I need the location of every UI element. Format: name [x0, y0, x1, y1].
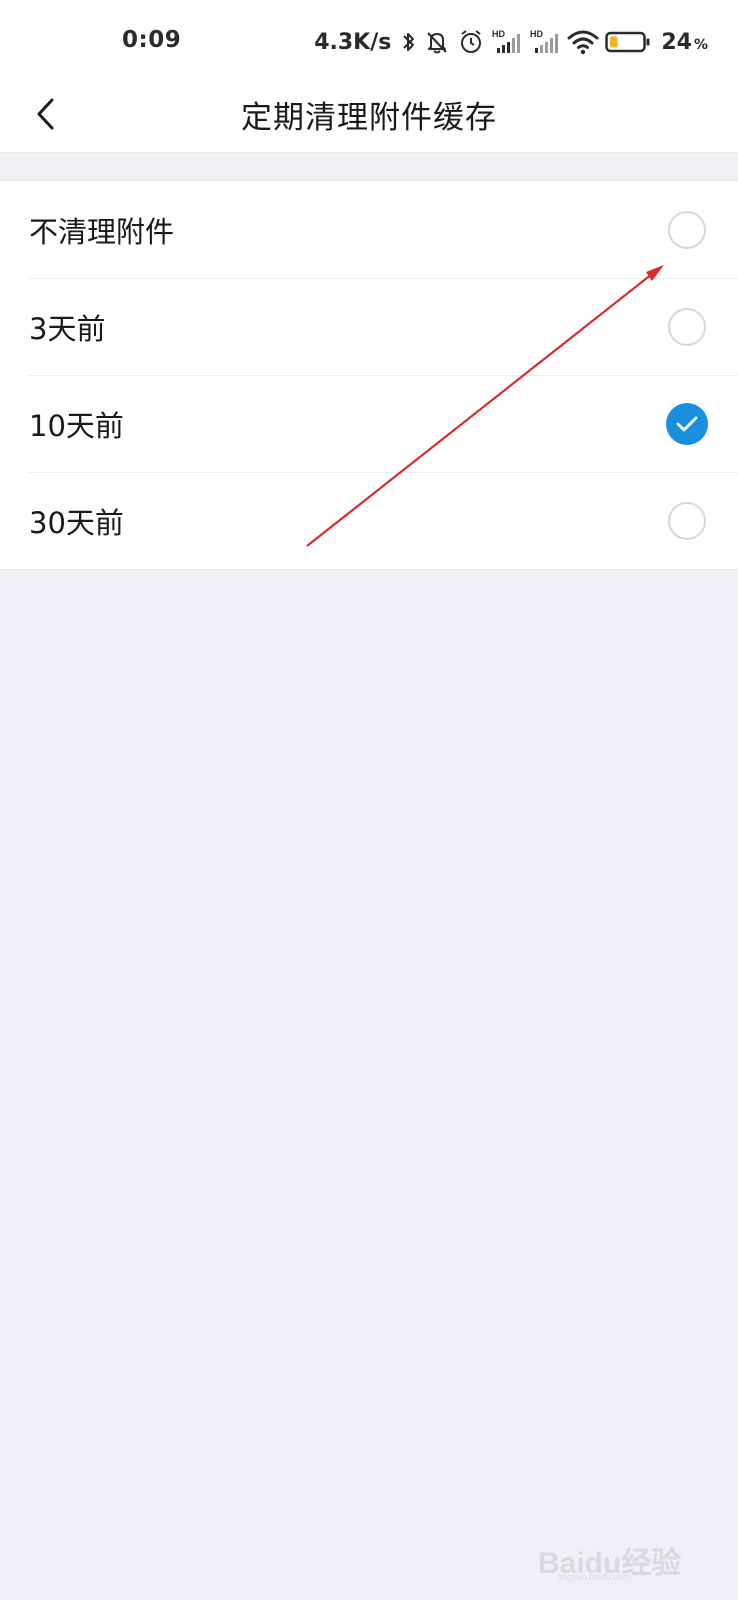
wifi-icon: [567, 28, 599, 56]
cache-cleanup-options: 不清理附件 3天前 10天前 30天前: [0, 180, 738, 570]
status-bar: 0:09 4.3K/s HD HD 24 %: [0, 0, 738, 78]
hd-signal-icon: HD: [491, 28, 523, 56]
radio-button[interactable]: [668, 210, 706, 249]
option-row-30-days[interactable]: 30天前: [0, 472, 738, 569]
checkmark-icon: [676, 416, 698, 431]
svg-text:HD: HD: [492, 29, 505, 39]
bluetooth-icon: [401, 28, 417, 56]
radio-button[interactable]: [668, 307, 706, 346]
battery-percent: 24%: [661, 29, 708, 55]
option-label: 3天前: [29, 311, 106, 346]
navigation-bar: 定期清理附件缓存: [0, 78, 738, 153]
svg-text:HD: HD: [530, 29, 543, 39]
radio-button-checked[interactable]: [666, 402, 708, 445]
watermark-sub: jingyan.baidu.com: [558, 1572, 631, 1582]
settings-page: 0:09 4.3K/s HD HD 24 % 定期清理附件缓存 不清理附件 3天…: [0, 0, 738, 1600]
option-label: 不清理附件: [29, 214, 175, 249]
option-row-10-days[interactable]: 10天前: [0, 375, 738, 472]
radio-button[interactable]: [668, 501, 706, 540]
hd-signal-icon: HD: [529, 28, 561, 56]
status-time: 0:09: [122, 27, 182, 53]
option-row-3-days[interactable]: 3天前: [0, 278, 738, 375]
battery-icon: [605, 28, 651, 56]
mute-bell-icon: [423, 28, 451, 56]
page-title: 定期清理附件缓存: [241, 100, 497, 136]
option-label: 30天前: [29, 505, 124, 540]
baidu-jingyan-watermark: Baidu经验 jingyan.baidu.com: [538, 1510, 698, 1582]
option-label: 10天前: [29, 408, 124, 443]
status-icons: 4.3K/s HD HD 24 %: [314, 26, 708, 58]
option-row-no-cleanup[interactable]: 不清理附件: [0, 181, 738, 278]
alarm-icon: [457, 28, 485, 56]
network-speed: 4.3K/s: [314, 29, 392, 55]
